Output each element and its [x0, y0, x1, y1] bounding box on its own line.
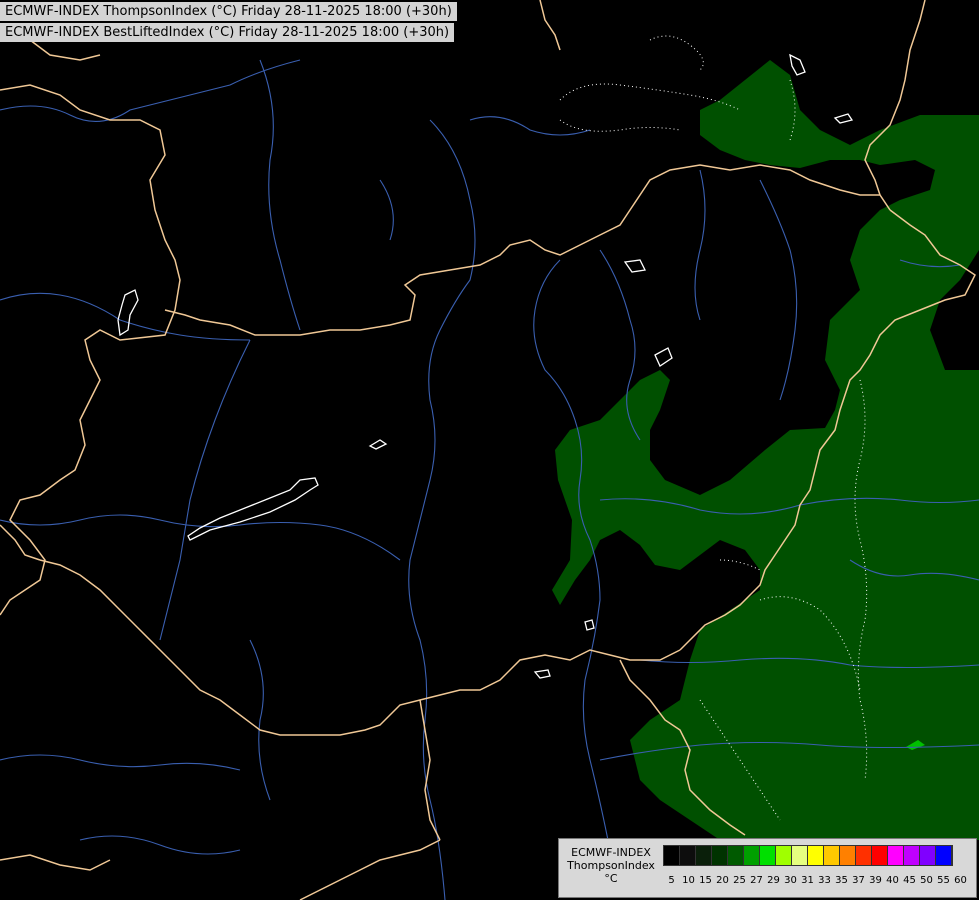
legend-swatch [664, 846, 680, 865]
legend-tick-label: 45 [903, 875, 916, 886]
legend-title-index: ThompsonIndex [567, 859, 655, 872]
legend-tick-label: 25 [733, 875, 746, 886]
map-title-thompson-index: ECMWF-INDEX ThompsonIndex (°C) Friday 28… [0, 2, 457, 21]
weather-map [0, 0, 979, 900]
legend-title-model: ECMWF-INDEX [571, 846, 651, 859]
map-title-best-lifted-index: ECMWF-INDEX BestLiftedIndex (°C) Friday … [0, 23, 455, 42]
legend-tick-label: 10 [682, 875, 695, 886]
legend-tick-label: 33 [818, 875, 831, 886]
legend-swatch [888, 846, 904, 865]
legend-swatch [696, 846, 712, 865]
color-legend: ECMWF-INDEX ThompsonIndex °C 5 10 15 20 25 27… [558, 838, 977, 898]
legend-swatch [920, 846, 936, 865]
legend-tick-label: 30 [784, 875, 797, 886]
legend-tick-label: 20 [716, 875, 729, 886]
legend-tick-label: 50 [920, 875, 933, 886]
legend-swatches [663, 845, 953, 866]
legend-swatch [712, 846, 728, 865]
legend-swatch [904, 846, 920, 865]
legend-tick-label: 60 [954, 875, 967, 886]
legend-tick-label: 27 [750, 875, 763, 886]
legend-swatch [792, 846, 808, 865]
legend-tick-label: 35 [835, 875, 848, 886]
legend-tick-label: 31 [801, 875, 814, 886]
legend-tick-label: 39 [869, 875, 882, 886]
legend-swatch [760, 846, 776, 865]
legend-swatch [840, 846, 856, 865]
legend-tick-label: 37 [852, 875, 865, 886]
legend-swatch [744, 846, 760, 865]
legend-swatch [680, 846, 696, 865]
legend-tick-label: 15 [699, 875, 712, 886]
legend-swatch [776, 846, 792, 865]
legend-swatch [936, 846, 952, 865]
legend-unit: °C [604, 872, 618, 885]
legend-swatch [856, 846, 872, 865]
legend-swatch [808, 846, 824, 865]
legend-swatch [728, 846, 744, 865]
legend-tick-label: 29 [767, 875, 780, 886]
legend-swatch [872, 846, 888, 865]
legend-title: ECMWF-INDEX ThompsonIndex °C [561, 846, 661, 885]
legend-tick-label: 5 [668, 875, 675, 886]
legend-swatch [824, 846, 840, 865]
legend-tick-label: 40 [886, 875, 899, 886]
legend-tick-label: 55 [937, 875, 950, 886]
legend-ticks: 5 10 15 20 25 27 29 30 31 33 35 37 39 40 45 50 55 60 [663, 875, 973, 889]
